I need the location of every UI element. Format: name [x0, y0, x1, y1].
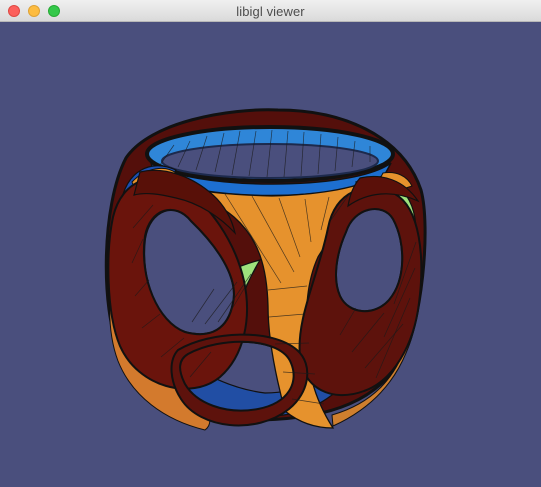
- title-bar: libigl viewer: [0, 0, 541, 22]
- mesh-render[interactable]: [0, 22, 541, 487]
- app-window: libigl viewer: [0, 0, 541, 487]
- window-title: libigl viewer: [236, 4, 305, 19]
- 3d-viewport[interactable]: [0, 22, 541, 487]
